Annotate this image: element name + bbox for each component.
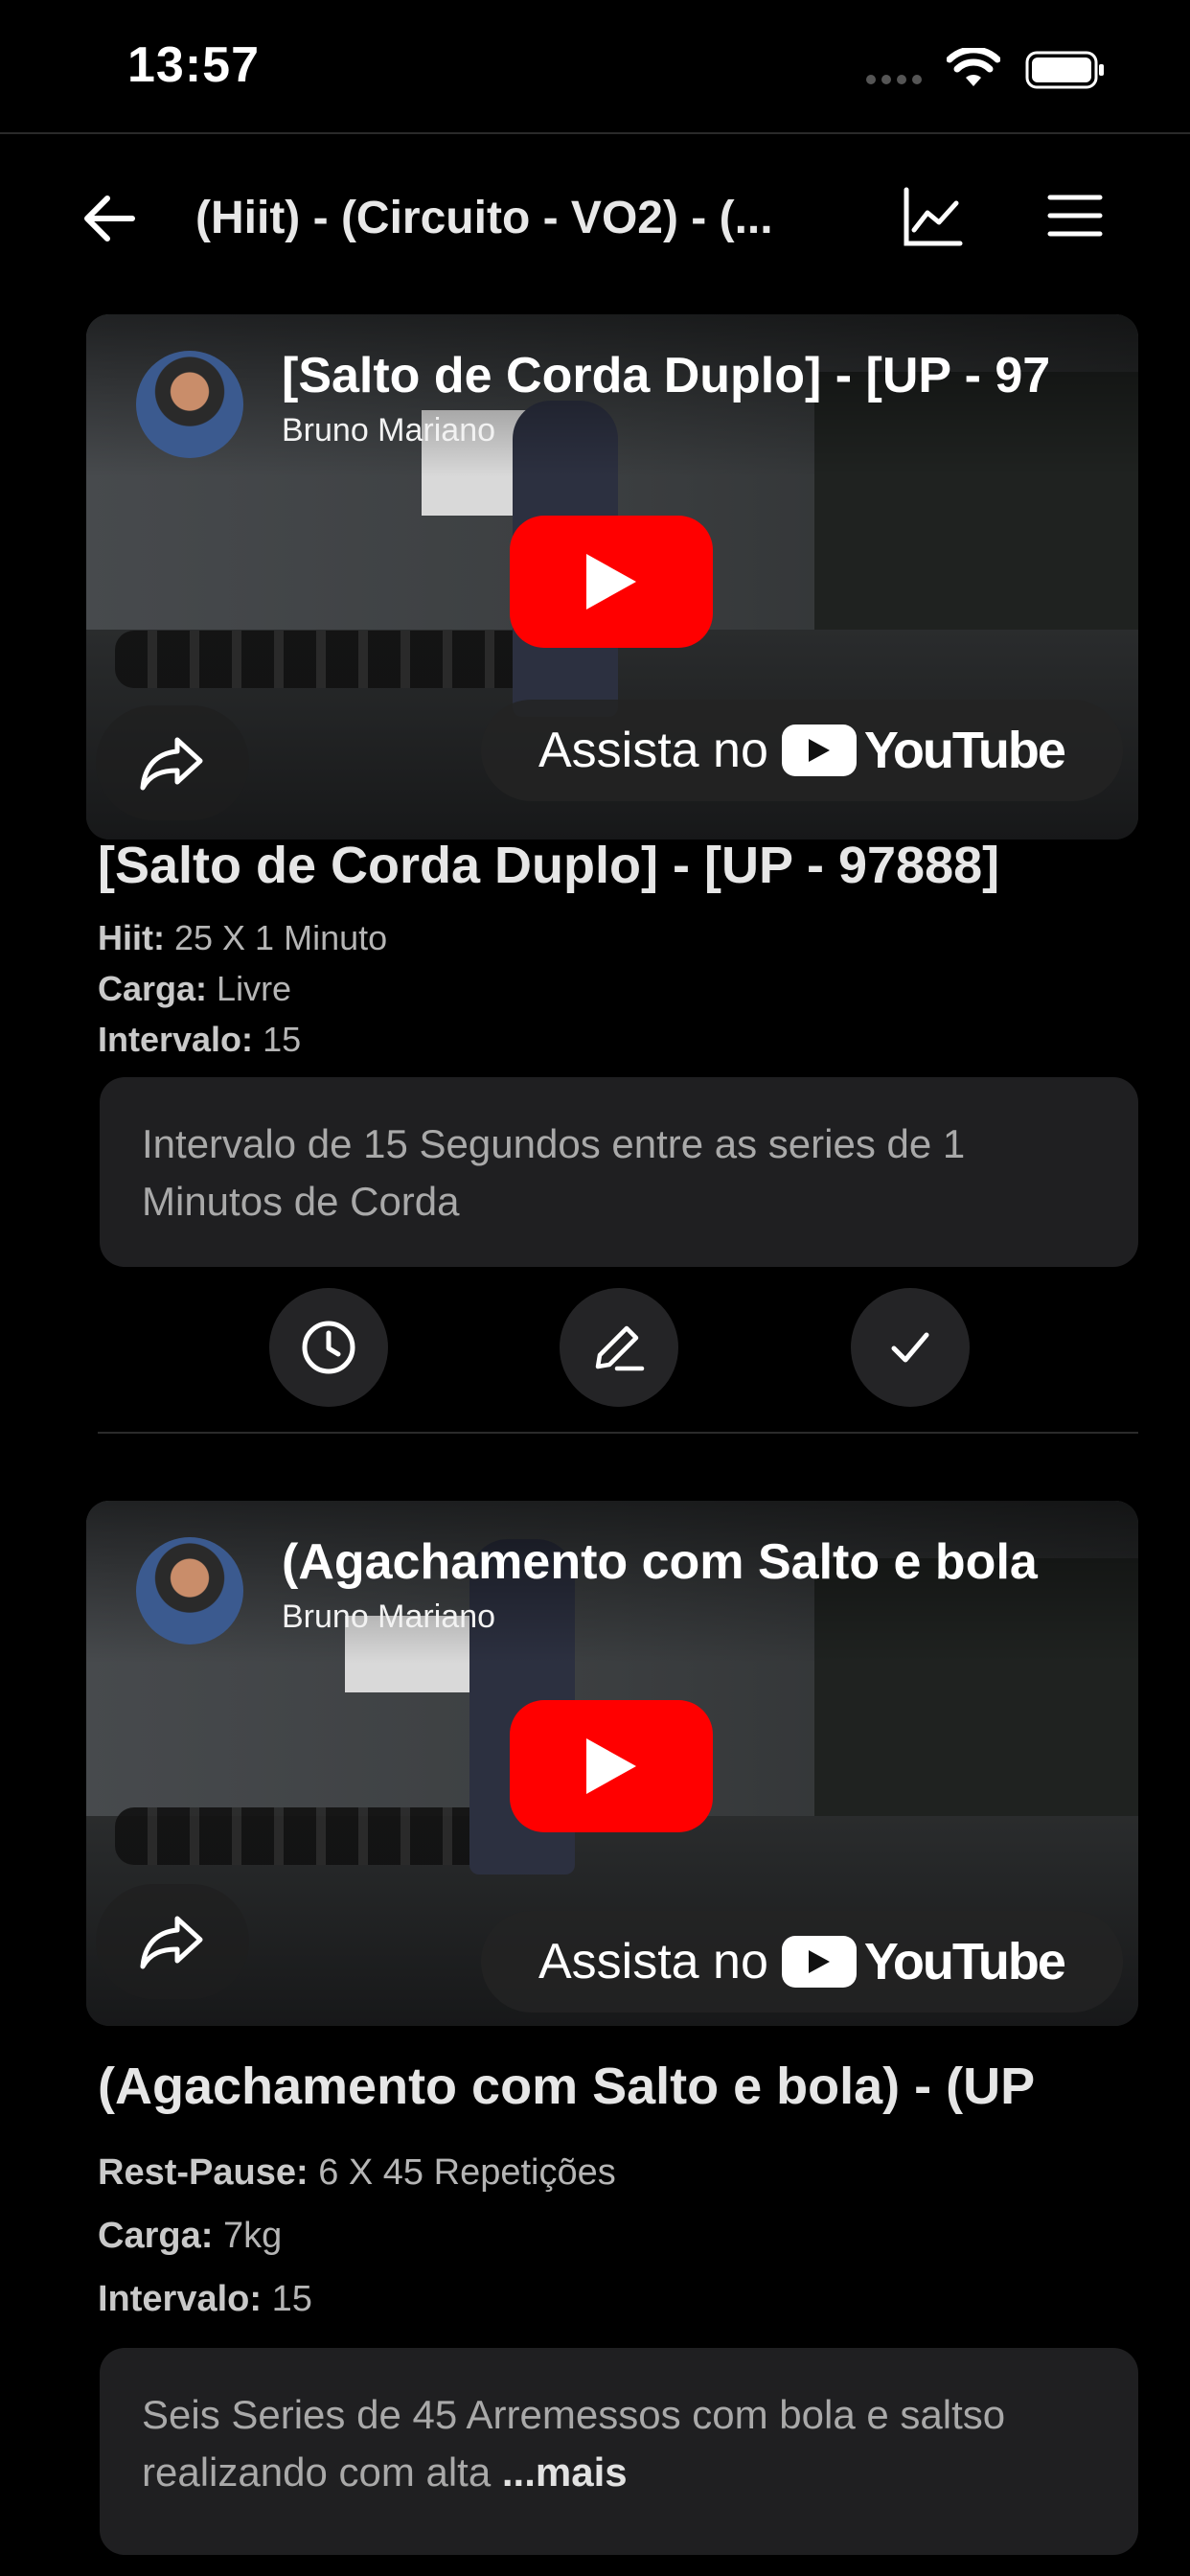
watch-on-youtube-button[interactable]: Assista no YouTube <box>481 1911 1123 2012</box>
load-label: Carga: <box>98 969 208 1008</box>
note-text: Intervalo de 15 Segundos entre as series… <box>142 1121 966 1224</box>
exercise-title: (Agachamento com Salto e bola) - (UP <box>98 2058 1036 2115</box>
status-time: 13:57 <box>127 37 260 93</box>
share-arrow-icon <box>140 737 203 791</box>
exercise-method: Hiit: 25 X 1 Minuto <box>98 918 387 958</box>
channel-avatar[interactable] <box>136 1537 243 1644</box>
exercise-rest: Intervalo: 15 <box>98 2279 312 2320</box>
play-icon <box>586 1738 636 1794</box>
complete-button[interactable] <box>851 1288 970 1407</box>
back-button[interactable] <box>75 184 144 253</box>
timer-button[interactable] <box>269 1288 388 1407</box>
check-icon <box>891 1332 929 1363</box>
play-icon <box>808 739 830 762</box>
signal-icon <box>866 75 922 84</box>
exercise-method: Rest-Pause: 6 X 45 Repetições <box>98 2152 616 2194</box>
exercise-load: Carga: Livre <box>98 969 291 1009</box>
clock-icon <box>302 1321 355 1374</box>
method-label: Hiit: <box>98 918 165 957</box>
video-title[interactable]: (Agachamento com Salto e bola <box>282 1533 1125 1591</box>
watch-on-label: Assista no <box>538 1934 768 1990</box>
menu-button[interactable] <box>1046 192 1113 249</box>
load-value: Livre <box>217 969 292 1008</box>
exercise-title: [Salto de Corda Duplo] - [UP - 97888] <box>98 837 1000 894</box>
method-value: 25 X 1 Minuto <box>174 918 388 957</box>
video-title[interactable]: [Salto de Corda Duplo] - [UP - 97 <box>282 347 1125 404</box>
watch-on-label: Assista no <box>538 723 768 778</box>
divider <box>98 1432 1138 1434</box>
exercise-note: Seis Series de 45 Arremessos com bola e … <box>100 2348 1138 2555</box>
page-title: (Hiit) - (Circuito - VO2) - (... <box>195 193 773 243</box>
rest-value: 15 <box>263 1020 302 1059</box>
channel-avatar[interactable] <box>136 351 243 458</box>
share-button[interactable] <box>96 705 249 820</box>
rest-label: Intervalo: <box>98 1020 254 1059</box>
rest-label: Intervalo: <box>98 2279 263 2319</box>
load-value: 7kg <box>222 2216 283 2256</box>
video-player[interactable]: (Agachamento com Salto e bola Bruno Mari… <box>86 1501 1138 2026</box>
youtube-wordmark: YouTube <box>863 1933 1066 1990</box>
pencil-icon <box>595 1325 645 1371</box>
app-screen: 13:57 (Hiit) - (Circuito - VO2) - (... [… <box>0 0 1190 2576</box>
share-arrow-icon <box>140 1916 203 1969</box>
chart-button[interactable] <box>899 184 966 251</box>
wifi-icon <box>947 48 1000 86</box>
youtube-wordmark: YouTube <box>863 722 1066 779</box>
rest-value: 15 <box>271 2279 312 2319</box>
status-bar: 13:57 <box>0 0 1190 134</box>
navbar: (Hiit) - (Circuito - VO2) - (... <box>0 153 1190 278</box>
method-value: 6 X 45 Repetições <box>318 2152 616 2193</box>
youtube-logo: YouTube <box>781 1932 1066 1991</box>
hamburger-menu-icon <box>1047 195 1103 237</box>
video-channel: Bruno Mariano <box>282 412 496 448</box>
exercise-rest: Intervalo: 15 <box>98 1020 301 1060</box>
play-button[interactable] <box>510 516 713 648</box>
video-player[interactable]: [Salto de Corda Duplo] - [UP - 97 Bruno … <box>86 314 1138 840</box>
exercise-load: Carga: 7kg <box>98 2216 282 2257</box>
line-chart-icon <box>904 187 963 246</box>
watch-on-youtube-button[interactable]: Assista no YouTube <box>481 700 1123 801</box>
load-label: Carga: <box>98 2216 214 2256</box>
arrow-left-icon <box>84 196 135 242</box>
edit-button[interactable] <box>560 1288 678 1407</box>
method-label: Rest-Pause: <box>98 2152 309 2193</box>
exercise-note: Intervalo de 15 Segundos entre as series… <box>100 1077 1138 1267</box>
video-channel: Bruno Mariano <box>282 1598 496 1635</box>
play-button[interactable] <box>510 1700 713 1832</box>
share-button[interactable] <box>96 1884 249 1999</box>
play-icon <box>808 1950 830 1973</box>
youtube-logo: YouTube <box>781 721 1066 780</box>
play-icon <box>586 554 636 610</box>
battery-icon <box>1025 51 1104 89</box>
read-more-link[interactable]: ...mais <box>502 2450 628 2495</box>
